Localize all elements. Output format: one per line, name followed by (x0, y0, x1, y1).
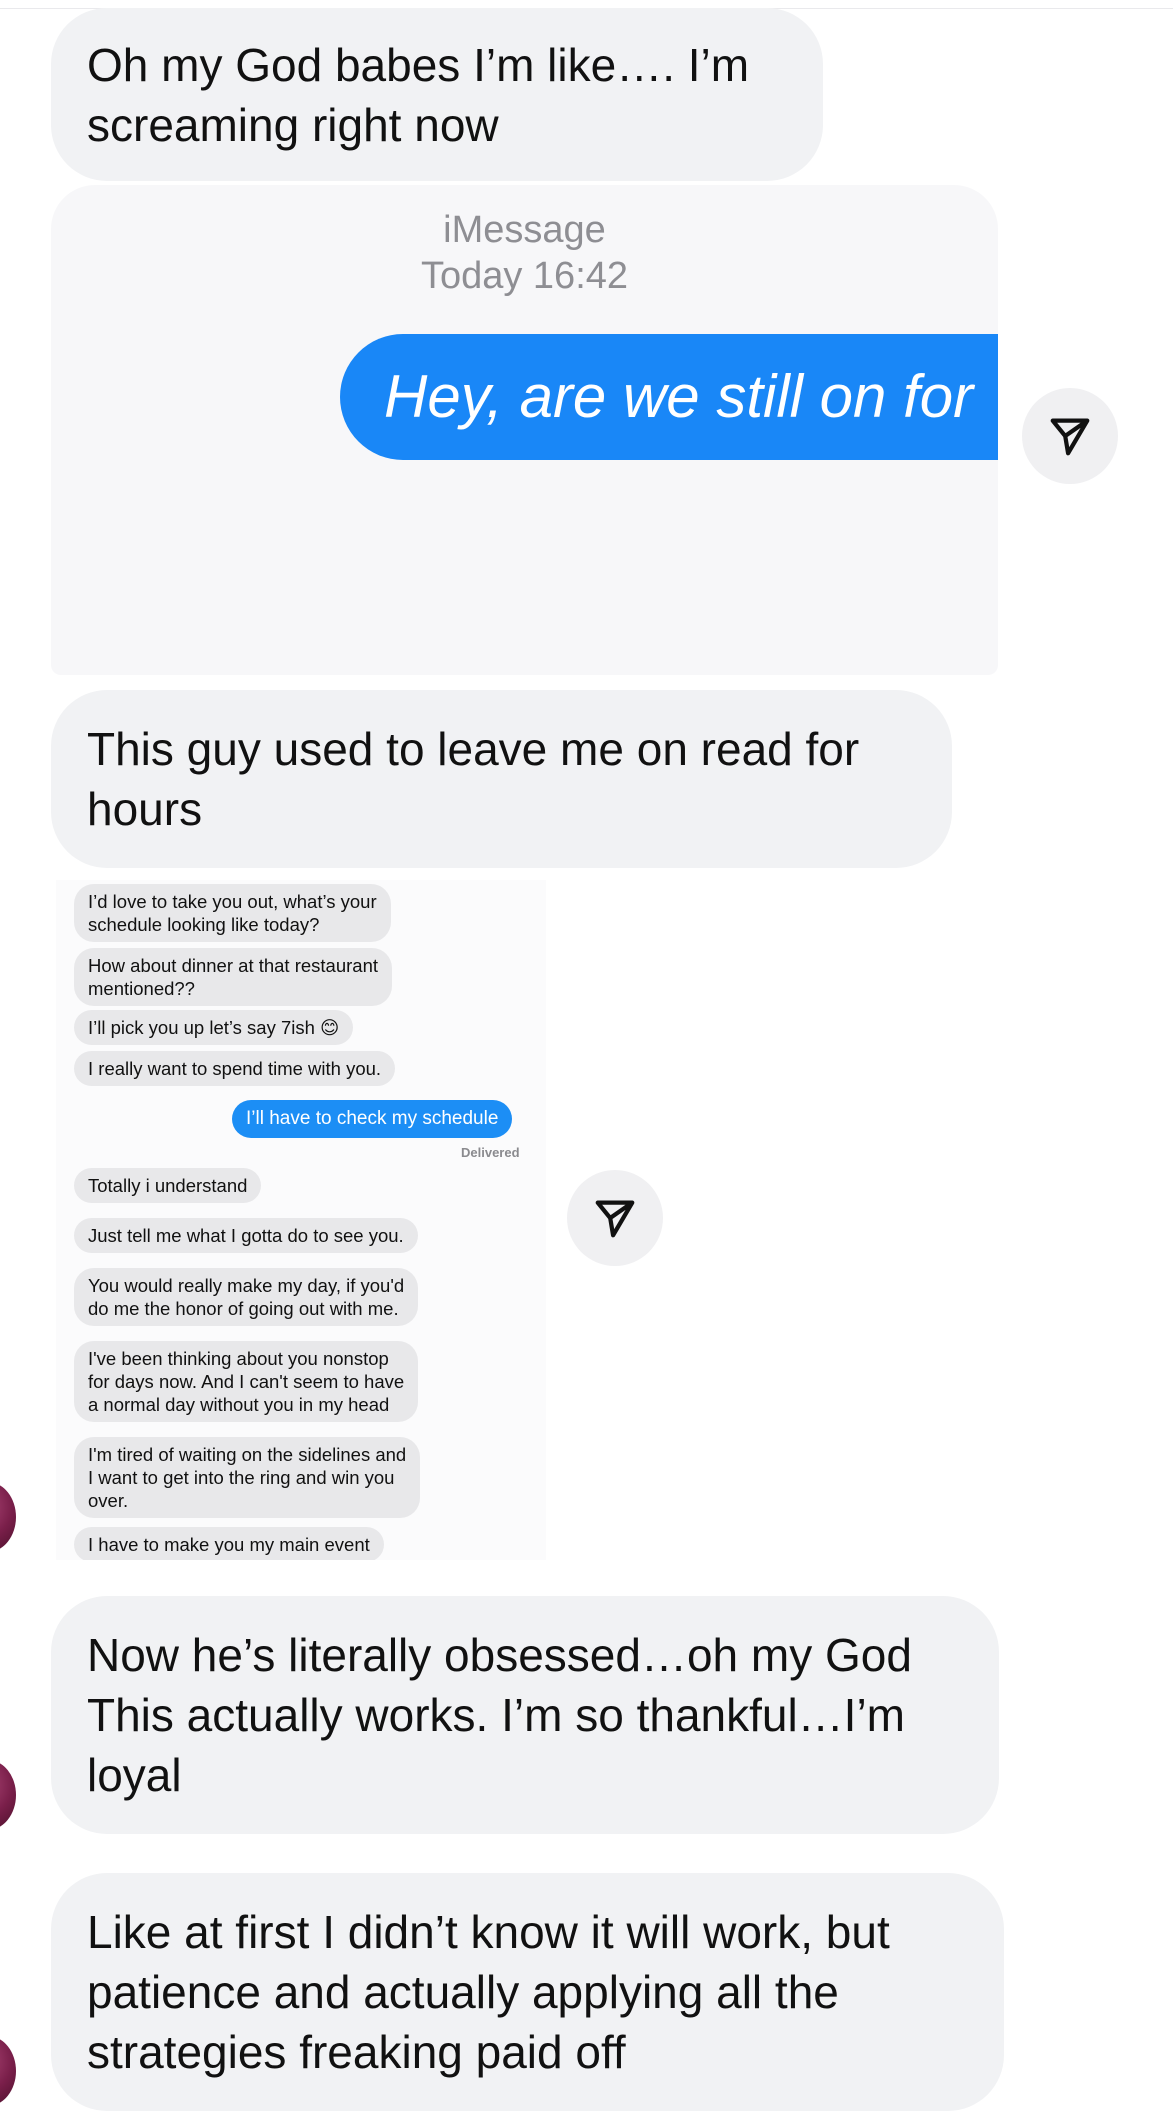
shared-image-imessage[interactable]: iMessage Today 16:42 Hey, are we still o… (51, 185, 998, 675)
message-bubble-4[interactable]: Like at first I didn’t know it will work… (51, 1873, 1004, 2111)
paper-plane-icon (1050, 418, 1090, 456)
delivered-status: Delivered (461, 1145, 520, 1160)
message-line: I’ll pick you up let’s say 7ish 😊 (88, 1017, 340, 1038)
message-line: This actually works. I’m so thankful…I’m (87, 1689, 906, 1741)
message-line: over. (88, 1490, 129, 1511)
message-line: Now he’s literally obsessed…oh my God (87, 1629, 912, 1681)
message-line: mentioned?? (88, 978, 195, 999)
message-bubble-2[interactable]: This guy used to leave me on read for ho… (51, 690, 952, 868)
message-bubble-1[interactable]: Oh my God babes I’m like…. I’m screaming… (51, 8, 823, 181)
avatar[interactable] (0, 1760, 16, 1830)
incoming-message: I really want to spend time with you. (74, 1051, 396, 1086)
message-line: Just tell me what I gotta do to see you. (88, 1225, 404, 1246)
message-line: do me the honor of going out with me. (88, 1298, 399, 1319)
message-line: I have to make you my main event (88, 1534, 370, 1555)
message-line: I've been thinking about you nonstop (88, 1348, 389, 1369)
message-line: patience and actually applying all the (87, 1966, 839, 2018)
share-button[interactable] (567, 1170, 663, 1266)
incoming-message: Totally i understand (74, 1168, 262, 1203)
message-bubble-3[interactable]: Now he’s literally obsessed…oh my God Th… (51, 1596, 999, 1834)
avatar[interactable] (0, 2036, 16, 2106)
share-button[interactable] (1022, 388, 1118, 484)
message-line: This guy used to leave me on read for (87, 723, 860, 775)
message-line: a normal day without you in my head (88, 1394, 390, 1415)
incoming-message: I’d love to take you out, what’s your sc… (74, 884, 391, 942)
message-line: Like at first I didn’t know it will work… (87, 1906, 890, 1958)
imessage-timestamp: Today 16:42 (420, 255, 629, 297)
message-line: loyal (87, 1749, 182, 1801)
shared-image-chat-screenshot[interactable]: I’d love to take you out, what’s your sc… (56, 880, 546, 1560)
incoming-message: I'm tired of waiting on the sidelines an… (74, 1437, 421, 1518)
outgoing-message: I’ll have to check my schedule (232, 1100, 513, 1138)
message-line: strategies freaking paid off (87, 2026, 626, 2078)
message-line: I want to get into the ring and win you (88, 1467, 395, 1488)
message-line: Totally i understand (88, 1175, 248, 1196)
sent-message-bubble: Hey, are we still on for (340, 334, 998, 460)
message-line: Oh my God babes I’m like…. I’m (87, 38, 750, 91)
message-line: I’d love to take you out, what’s your (88, 891, 377, 912)
paper-plane-icon (595, 1200, 635, 1238)
incoming-message: I've been thinking about you nonstop for… (74, 1341, 419, 1422)
message-line: How about dinner at that restaurant (88, 955, 379, 976)
message-line: schedule looking like today? (88, 914, 320, 935)
message-line: I'm tired of waiting on the sidelines an… (88, 1444, 407, 1465)
message-line: for days now. And I can't seem to have (88, 1371, 405, 1392)
incoming-message: I’ll pick you up let’s say 7ish 😊 (74, 1010, 354, 1045)
message-line: screaming right now (87, 98, 499, 151)
incoming-message: Just tell me what I gotta do to see you. (74, 1218, 418, 1253)
message-line: hours (87, 783, 203, 835)
incoming-message: You would really make my day, if you'd d… (74, 1268, 419, 1326)
avatar[interactable] (0, 1482, 16, 1552)
message-line: I really want to spend time with you. (88, 1058, 382, 1079)
incoming-message: How about dinner at that restaurant ment… (74, 948, 393, 1006)
message-line: You would really make my day, if you'd (88, 1275, 405, 1296)
imessage-service-label: iMessage (443, 209, 606, 251)
incoming-message: I have to make you my main event (74, 1527, 384, 1560)
